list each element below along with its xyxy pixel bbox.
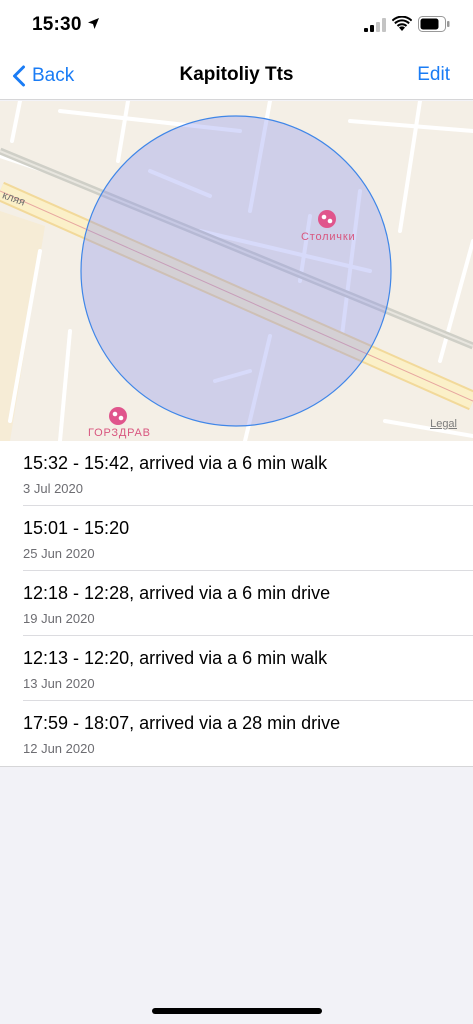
visit-date: 13 Jun 2020 [23,676,95,691]
map-view[interactable]: кляя Столички ГОРЗДРАВ Legal [0,101,473,441]
poi-pin-icon[interactable] [318,210,336,228]
visit-time-range: 12:13 - 12:20, arrived via a 6 min walk [23,648,328,668]
visit-date: 3 Jul 2020 [23,481,83,496]
visit-time-range: 15:01 - 15:20 [23,518,130,538]
pharmacy-pin-icon[interactable] [109,407,127,425]
poi-label-gorzdrav[interactable]: ГОРЗДРАВ [88,427,151,439]
home-indicator[interactable] [152,1008,322,1014]
page-title: Kapitoliy Tts [179,64,294,85]
visit-time-range: 17:59 - 18:07, arrived via a 28 min driv… [23,713,341,733]
cellular-signal-icon [364,18,386,32]
status-time: 15:30 [32,14,82,35]
wifi-icon [392,16,412,31]
map-legal-link[interactable]: Legal [430,418,457,430]
visit-date: 19 Jun 2020 [23,611,95,626]
status-bar: 15:30 [0,0,473,50]
location-arrow-icon [88,18,99,29]
map-background [0,101,473,441]
edit-button[interactable]: Edit [417,64,450,86]
visit-row[interactable]: 12:13 - 12:20, arrived via a 6 min walk … [0,636,473,701]
poi-label-stolichki[interactable]: Столички [301,231,355,243]
visit-time-range: 15:32 - 15:42, arrived via a 6 min walk [23,453,328,473]
battery-icon [418,16,450,32]
visit-row[interactable]: 17:59 - 18:07, arrived via a 28 min driv… [0,701,473,766]
visit-time-range: 12:18 - 12:28, arrived via a 6 min drive [23,583,331,603]
visit-date: 25 Jun 2020 [23,546,95,561]
navigation-bar: Back Kapitoliy Tts Edit [0,50,473,100]
visit-row[interactable]: 12:18 - 12:28, arrived via a 6 min drive… [0,571,473,636]
visit-date: 12 Jun 2020 [23,741,95,756]
visit-list: 15:32 - 15:42, arrived via a 6 min walk … [0,441,473,767]
visit-row[interactable]: 15:32 - 15:42, arrived via a 6 min walk … [0,441,473,506]
visit-row[interactable]: 15:01 - 15:20 25 Jun 2020 [0,506,473,571]
